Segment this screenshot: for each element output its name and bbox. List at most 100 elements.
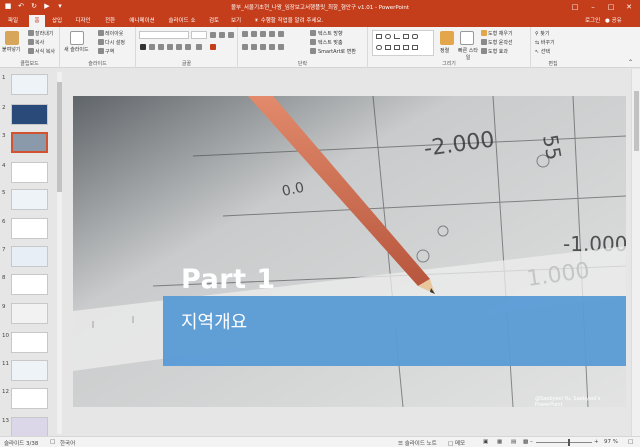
underline-icon[interactable] bbox=[158, 44, 164, 50]
minimize-icon[interactable]: – bbox=[584, 0, 602, 14]
slide-thumbnail[interactable] bbox=[11, 74, 48, 95]
paste-icon[interactable] bbox=[5, 31, 19, 45]
slide-thumbnail[interactable] bbox=[11, 332, 48, 353]
brace-shape-icon[interactable] bbox=[412, 45, 418, 50]
normal-view-icon[interactable]: ▣ bbox=[483, 439, 488, 445]
arrange-button[interactable]: 정렬 bbox=[440, 47, 449, 54]
select-button[interactable]: ↖ 선택 bbox=[535, 48, 550, 55]
tab-file[interactable]: 파일 bbox=[3, 15, 23, 27]
fit-slide-icon[interactable]: □ bbox=[628, 439, 633, 445]
shapes-gallery[interactable] bbox=[372, 30, 434, 56]
slide-thumbnail[interactable] bbox=[11, 274, 48, 295]
line-shape-icon[interactable] bbox=[394, 34, 400, 39]
bullets-icon[interactable] bbox=[242, 31, 248, 37]
comments-button[interactable]: □ 메모 bbox=[448, 439, 465, 447]
slide-thumbnail[interactable] bbox=[11, 189, 48, 210]
slide-thumbnail[interactable] bbox=[11, 246, 48, 267]
shadow-icon[interactable] bbox=[167, 44, 173, 50]
change-case-icon[interactable] bbox=[196, 44, 202, 50]
grow-font-icon[interactable] bbox=[210, 32, 216, 38]
collapse-ribbon-icon[interactable]: ⌃ bbox=[628, 59, 633, 66]
panel-scrollbar[interactable] bbox=[57, 72, 62, 434]
clear-format-icon[interactable] bbox=[228, 32, 234, 38]
shrink-font-icon[interactable] bbox=[219, 32, 225, 38]
slide-thumbnail[interactable] bbox=[11, 162, 48, 183]
align-right-icon[interactable] bbox=[260, 44, 266, 50]
star-shape-icon[interactable] bbox=[403, 45, 409, 50]
font-color-icon[interactable] bbox=[210, 44, 216, 50]
increase-indent-icon[interactable] bbox=[269, 31, 275, 37]
tell-me-box[interactable]: ☀ 수행할 작업을 알려 주세요. bbox=[254, 15, 323, 27]
find-button[interactable]: ⚲ 찾기 bbox=[535, 30, 549, 37]
format-painter-button[interactable]: 서식 복사 bbox=[35, 48, 55, 55]
sorter-view-icon[interactable]: ▦ bbox=[497, 439, 502, 445]
font-name-box[interactable] bbox=[139, 31, 189, 39]
slide-thumbnail-selected[interactable] bbox=[11, 132, 48, 153]
reading-view-icon[interactable]: ▤ bbox=[511, 439, 516, 445]
tab-animations[interactable]: 애니메이션 bbox=[126, 15, 158, 27]
numbering-icon[interactable] bbox=[251, 31, 257, 37]
spellcheck-icon[interactable]: □ bbox=[50, 439, 55, 445]
char-spacing-icon[interactable] bbox=[185, 44, 191, 50]
circle-shape-icon[interactable] bbox=[376, 45, 382, 50]
line-spacing-icon[interactable] bbox=[278, 31, 284, 37]
columns-icon[interactable] bbox=[278, 44, 284, 50]
rounded-rect-icon[interactable] bbox=[412, 34, 418, 39]
zoom-out-icon[interactable]: – bbox=[530, 439, 533, 445]
slide-thumbnail[interactable] bbox=[11, 417, 48, 438]
shape-fill-button[interactable]: 도형 채우기 bbox=[488, 30, 513, 37]
scroll-thumb[interactable] bbox=[634, 91, 639, 151]
replace-button[interactable]: ⇆ 바꾸기 bbox=[535, 39, 555, 46]
rectangle-shape-icon[interactable] bbox=[376, 34, 382, 39]
login-button[interactable]: 로그인 bbox=[585, 15, 600, 27]
justify-icon[interactable] bbox=[269, 44, 275, 50]
align-text-button[interactable]: 텍스트 맞춤 bbox=[318, 39, 343, 46]
tab-review[interactable]: 검토 bbox=[206, 15, 222, 27]
ribbon-display-icon[interactable]: □ bbox=[566, 0, 584, 14]
close-icon[interactable]: ✕ bbox=[620, 0, 638, 14]
quick-styles-icon[interactable] bbox=[460, 31, 474, 45]
zoom-level[interactable]: 97 % bbox=[604, 439, 618, 445]
shape-outline-button[interactable]: 도형 윤곽선 bbox=[488, 39, 513, 46]
tab-slideshow[interactable]: 슬라이드 쇼 bbox=[166, 15, 198, 27]
zoom-in-icon[interactable]: + bbox=[594, 439, 599, 445]
slide-thumbnail[interactable] bbox=[11, 388, 48, 409]
slide-thumbnail[interactable] bbox=[11, 104, 48, 125]
language-indicator[interactable]: 한국어 bbox=[60, 439, 75, 447]
slide-thumbnail[interactable] bbox=[11, 303, 48, 324]
smartart-button[interactable]: SmartArt로 변환 bbox=[318, 48, 356, 55]
oval-shape-icon[interactable] bbox=[385, 34, 391, 39]
text-direction-button[interactable]: 텍스트 방향 bbox=[318, 30, 343, 37]
arrow-shape-icon[interactable] bbox=[385, 45, 391, 50]
zoom-slider[interactable] bbox=[536, 442, 592, 443]
new-slide-icon[interactable] bbox=[70, 31, 84, 45]
share-button[interactable]: ● 공유 bbox=[605, 15, 622, 27]
quick-styles-button[interactable]: 빠른 스타일 bbox=[456, 47, 480, 61]
decrease-indent-icon[interactable] bbox=[260, 31, 266, 37]
shape-effects-button[interactable]: 도형 효과 bbox=[488, 48, 508, 55]
canvas-scrollbar[interactable] bbox=[631, 69, 640, 436]
tab-design[interactable]: 디자인 bbox=[72, 15, 94, 27]
slide[interactable]: -2.000 55 1.000 -1.000 0.0 Part 1 지역개요 @… bbox=[73, 96, 626, 407]
textbox-shape-icon[interactable] bbox=[403, 34, 409, 39]
notes-button[interactable]: ☰ 슬라이드 노트 bbox=[398, 439, 437, 447]
bold-icon[interactable] bbox=[140, 44, 146, 50]
scroll-thumb[interactable] bbox=[57, 82, 62, 192]
slide-thumbnail[interactable] bbox=[11, 360, 48, 381]
tab-insert[interactable]: 삽입 bbox=[49, 15, 65, 27]
triangle-shape-icon[interactable] bbox=[394, 45, 400, 50]
italic-icon[interactable] bbox=[149, 44, 155, 50]
tab-home[interactable]: 홈 bbox=[29, 15, 45, 27]
tab-view[interactable]: 보기 bbox=[228, 15, 244, 27]
slide-thumbnail[interactable] bbox=[11, 218, 48, 239]
layout-button[interactable]: 레이아웃 bbox=[105, 30, 123, 37]
align-center-icon[interactable] bbox=[251, 44, 257, 50]
tab-transitions[interactable]: 전환 bbox=[102, 15, 118, 27]
strikethrough-icon[interactable] bbox=[176, 44, 182, 50]
arrange-icon[interactable] bbox=[440, 31, 454, 45]
copy-button[interactable]: 복사 bbox=[35, 39, 44, 46]
cut-button[interactable]: 잘라내기 bbox=[35, 30, 53, 37]
maximize-icon[interactable]: □ bbox=[602, 0, 620, 14]
paste-button[interactable]: 붙여넣기 bbox=[2, 46, 20, 53]
font-size-box[interactable] bbox=[191, 31, 207, 39]
